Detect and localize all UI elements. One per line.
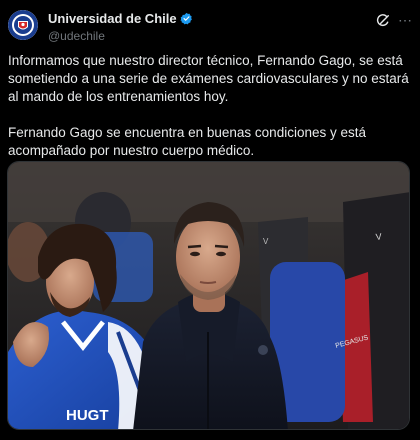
avatar[interactable] [8, 10, 38, 40]
coach-eye-left [190, 251, 200, 257]
display-name[interactable]: Universidad de Chile [48, 11, 177, 26]
grok-icon[interactable] [376, 14, 390, 28]
tweet-text: Informamos que nuestro director técnico,… [8, 52, 410, 160]
coach-badge [258, 345, 268, 355]
account-names: Universidad de Chile @udechile [48, 11, 193, 43]
seat-logo-text-2: V [263, 237, 269, 246]
verified-badge-icon[interactable] [180, 12, 193, 25]
more-icon[interactable]: ⋯ [398, 10, 412, 30]
jersey-sponsor: HUGT [66, 407, 109, 424]
tweet-header: Universidad de Chile @udechile ⋯ [8, 8, 412, 44]
coach-mouth [199, 281, 217, 284]
tweet-card[interactable]: Universidad de Chile @udechile ⋯ Informa… [0, 0, 420, 440]
tweet-photo[interactable]: V V HUGT PEGASUS [7, 161, 410, 430]
display-name-row[interactable]: Universidad de Chile [48, 11, 193, 26]
coach-eye-right [216, 251, 226, 257]
tweet-paragraph-1: Informamos que nuestro director técnico,… [8, 53, 409, 104]
seat-logo-text: V [375, 231, 382, 242]
tweet-paragraph-2: Fernando Gago se encuentra en buenas con… [8, 125, 366, 158]
account-handle[interactable]: @udechile [48, 29, 193, 43]
